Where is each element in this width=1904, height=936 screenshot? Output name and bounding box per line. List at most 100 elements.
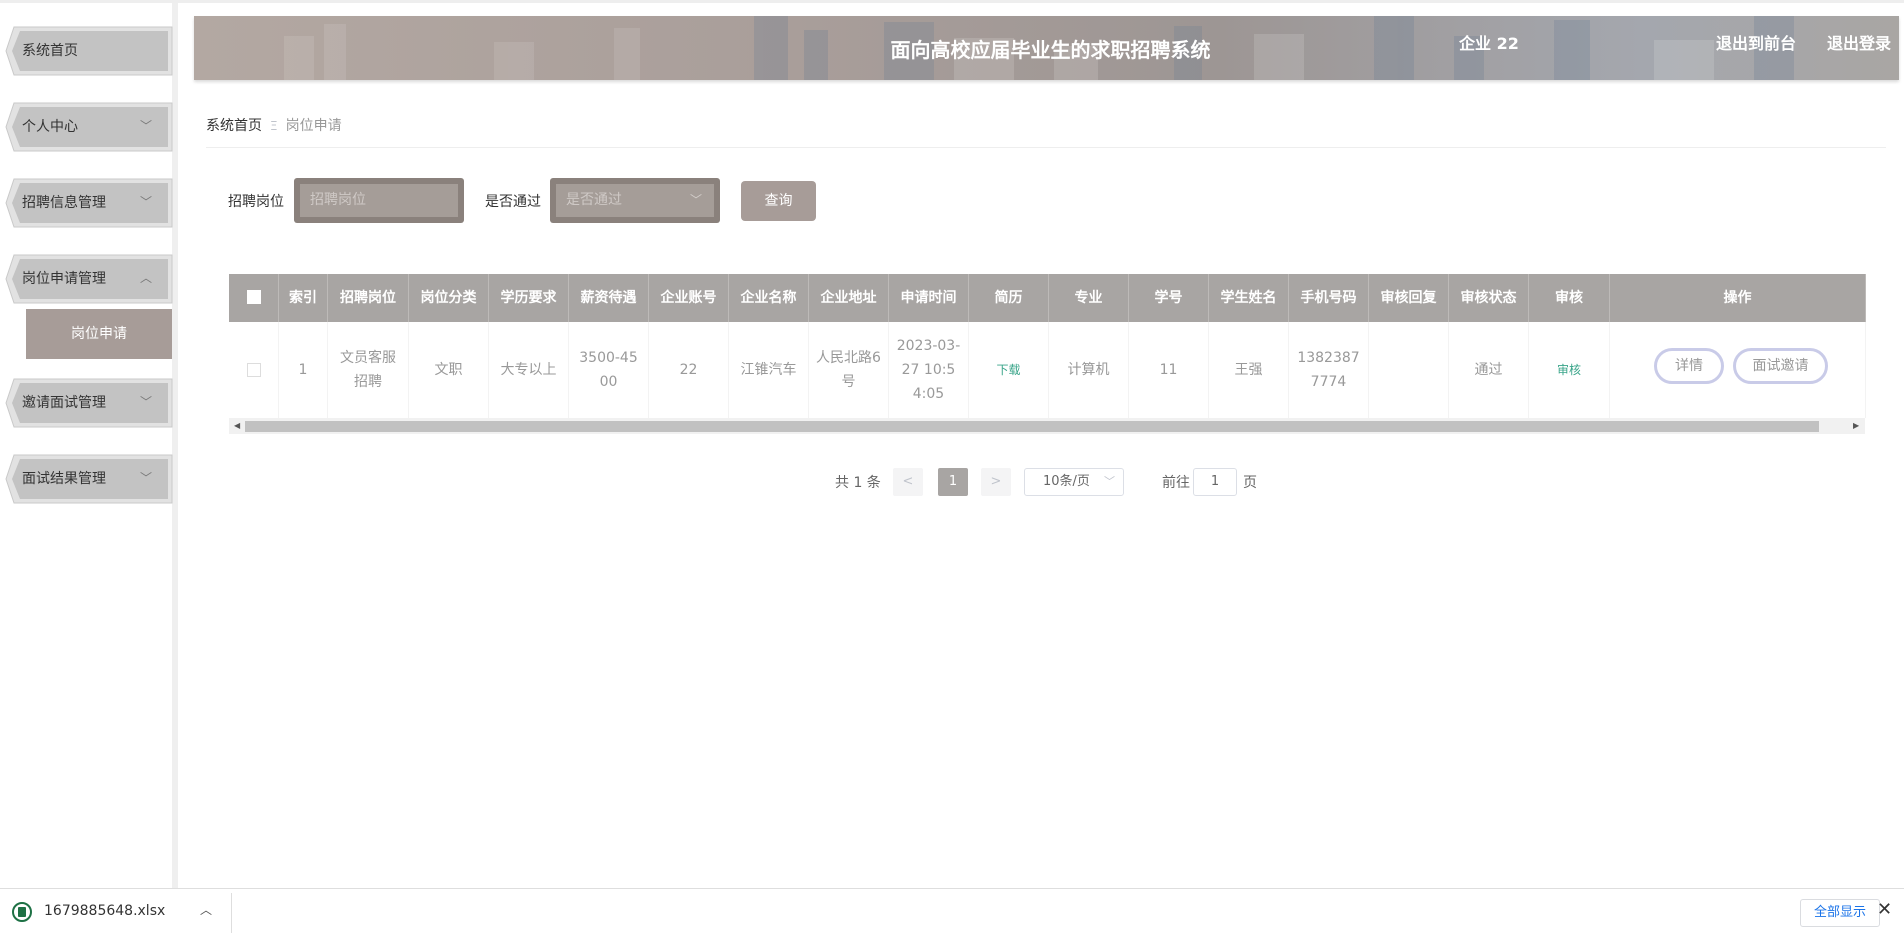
page-size-value: 10条/页 xyxy=(1043,474,1090,489)
cell-resume[interactable]: 下载 xyxy=(969,322,1049,418)
scroll-right-icon[interactable]: ▶ xyxy=(1853,418,1859,434)
cell-review-status: 通过 xyxy=(1449,322,1529,418)
cell-company-name: 江锥汽车 xyxy=(729,322,809,418)
column-header: 企业名称 xyxy=(729,274,809,322)
column-header: 操作 xyxy=(1610,274,1866,322)
scroll-left-icon[interactable]: ◀ xyxy=(234,418,240,434)
cell-review-reply xyxy=(1369,322,1449,418)
header-banner: 面向高校应届毕业生的求职招聘系统 企业 22 退出到前台 退出登录 xyxy=(194,16,1899,80)
sidebar-item-2[interactable]: 招聘信息管理 ﹀ xyxy=(4,175,174,231)
cell-text: 1 xyxy=(298,362,308,378)
user-name[interactable]: 企业 22 xyxy=(1459,30,1519,54)
cell-student-name: 王强 xyxy=(1209,322,1289,418)
chevron-up-icon: ︿ xyxy=(139,271,152,285)
pagination-total: 共 1 条 xyxy=(835,475,881,491)
chevron-down-icon: ﹀ xyxy=(689,193,702,207)
sidebar-item-label: 招聘信息管理 xyxy=(22,195,106,211)
goto-label: 前往 xyxy=(1162,475,1190,491)
cell-operations: 详情 面试邀请 xyxy=(1610,322,1866,418)
table-header: 索引 招聘岗位 岗位分类 学历要求 薪资待遇 企业账号 企业名称 企业地址 申请时间 简历 专业 学号… xyxy=(229,274,1866,322)
cell-position: 文员客服招聘 xyxy=(328,322,409,418)
cell-text: 3500-4500 xyxy=(579,350,638,390)
next-page-button[interactable]: > xyxy=(981,468,1011,496)
breadcrumb: 系统首页 Ξ 岗位申请 xyxy=(206,115,342,135)
back-to-front-link[interactable]: 退出到前台 xyxy=(1716,30,1796,54)
breadcrumb-divider xyxy=(206,147,1886,148)
cell-text: 大专以上 xyxy=(500,362,557,378)
close-icon[interactable]: ✕ xyxy=(1877,899,1892,920)
sidebar-item-label: 系统首页 xyxy=(22,43,78,59)
scrollbar-thumb[interactable] xyxy=(245,421,1819,432)
position-label: 招聘岗位 xyxy=(228,194,284,210)
checkbox-icon xyxy=(246,289,261,304)
cell-company-address: 人民北路6号 xyxy=(809,322,889,418)
cell-text: 11 xyxy=(1159,362,1178,378)
row-checkbox[interactable] xyxy=(229,322,279,418)
column-header: 申请时间 xyxy=(889,274,969,322)
sidebar-item-1[interactable]: 个人中心 ﹀ xyxy=(4,99,174,155)
download-divider xyxy=(231,893,232,933)
cell-text: 王强 xyxy=(1234,362,1263,378)
cell-education: 大专以上 xyxy=(489,322,569,418)
breadcrumb-current: 岗位申请 xyxy=(285,118,342,134)
breadcrumb-separator-icon: Ξ xyxy=(270,119,278,133)
prev-page-button[interactable]: < xyxy=(893,468,923,496)
page-number-1[interactable]: 1 xyxy=(938,468,968,496)
cell-category: 文职 xyxy=(409,322,489,418)
top-divider xyxy=(0,0,1904,3)
pass-status-select[interactable]: 是否通过 ﹀ xyxy=(550,178,720,223)
cell-phone: 13823877774 xyxy=(1289,322,1369,418)
column-header: 学历要求 xyxy=(489,274,569,322)
cell-company-account: 22 xyxy=(649,322,729,418)
sidebar-item-5[interactable]: 面试结果管理 ﹀ xyxy=(4,451,174,507)
checkbox-icon xyxy=(246,363,261,377)
select-all-checkbox[interactable] xyxy=(229,274,279,322)
pass-label: 是否通过 xyxy=(485,194,541,210)
position-search-input[interactable]: 招聘岗位 xyxy=(294,178,464,223)
show-all-downloads-button[interactable]: 全部显示 xyxy=(1800,899,1880,927)
excel-file-icon xyxy=(12,902,32,922)
review-link[interactable]: 审核 xyxy=(1557,358,1581,382)
detail-button[interactable]: 详情 xyxy=(1654,348,1724,384)
interview-invite-button[interactable]: 面试邀请 xyxy=(1733,348,1828,384)
chevron-down-icon: ﹀ xyxy=(139,195,152,209)
cell-review[interactable]: 审核 xyxy=(1529,322,1610,418)
sidebar-item-label: 岗位申请管理 xyxy=(22,271,106,287)
column-header: 企业地址 xyxy=(809,274,889,322)
chevron-down-icon: ﹀ xyxy=(1104,475,1115,488)
cell-student-no: 11 xyxy=(1129,322,1209,418)
column-header: 手机号码 xyxy=(1289,274,1369,322)
cell-text: 文员客服招聘 xyxy=(340,350,396,390)
chevron-up-icon[interactable]: ︿ xyxy=(200,901,212,918)
sidebar-item-3[interactable]: 岗位申请管理 ︿ xyxy=(4,251,174,307)
column-header: 学生姓名 xyxy=(1209,274,1289,322)
column-header: 索引 xyxy=(279,274,328,322)
column-header: 审核回复 xyxy=(1369,274,1449,322)
sidebar-item-0[interactable]: 系统首页 xyxy=(4,23,174,79)
cell-text: 通过 xyxy=(1474,362,1503,378)
horizontal-scrollbar[interactable]: ◀ ▶ xyxy=(229,418,1865,434)
sidebar: 系统首页个人中心 ﹀ 招聘信息管理 ﹀ 岗位申请管理 ︿ 邀请面试管理 ﹀ 面试结果管理 ﹀ 岗位申… xyxy=(0,3,178,888)
page-size-select[interactable]: 10条/页 ﹀ xyxy=(1024,468,1124,496)
download-resume-link[interactable]: 下载 xyxy=(996,358,1020,382)
sidebar-item-4[interactable]: 邀请面试管理 ﹀ xyxy=(4,375,174,431)
system-title: 面向高校应届毕业生的求职招聘系统 xyxy=(890,38,1211,62)
breadcrumb-home[interactable]: 系统首页 xyxy=(206,118,262,134)
cell-text: 13823877774 xyxy=(1297,350,1360,390)
page-unit-label: 页 xyxy=(1243,475,1257,491)
sidebar-subitem-job-application[interactable]: 岗位申请 xyxy=(26,309,172,359)
column-header: 企业账号 xyxy=(649,274,729,322)
column-header: 招聘岗位 xyxy=(328,274,409,322)
query-button[interactable]: 查询 xyxy=(741,181,816,221)
cell-text: 人民北路6号 xyxy=(816,350,881,390)
cell-text: 22 xyxy=(679,362,698,378)
download-file-name[interactable]: 1679885648.xlsx xyxy=(44,903,165,919)
chevron-down-icon: ﹀ xyxy=(139,119,152,133)
chevron-down-icon: ﹀ xyxy=(139,395,152,409)
column-header: 简历 xyxy=(969,274,1049,322)
column-header: 专业 xyxy=(1049,274,1129,322)
sidebar-item-label: 个人中心 xyxy=(22,119,78,135)
logout-link[interactable]: 退出登录 xyxy=(1827,30,1891,54)
column-header: 审核状态 xyxy=(1449,274,1529,322)
goto-page-input[interactable]: 1 xyxy=(1193,468,1237,496)
